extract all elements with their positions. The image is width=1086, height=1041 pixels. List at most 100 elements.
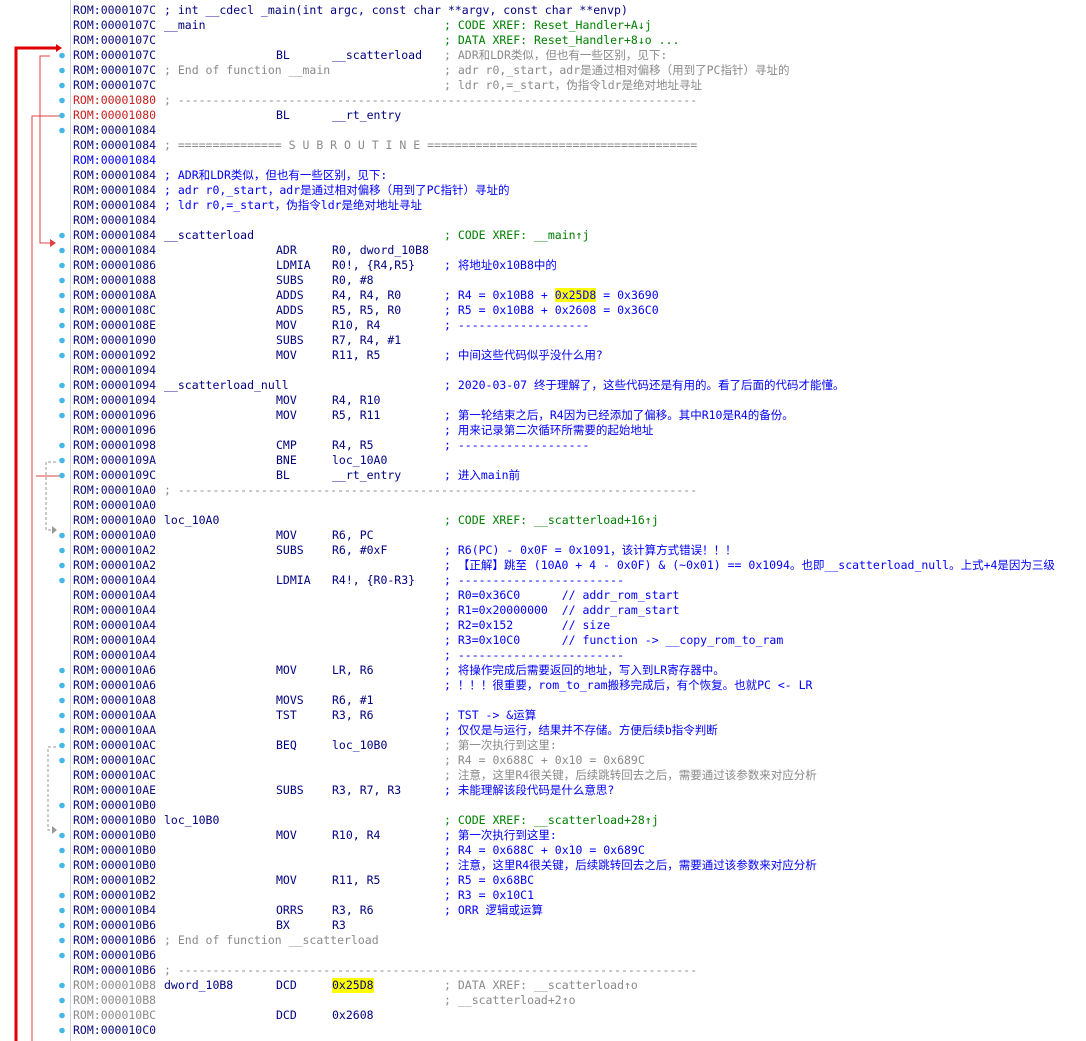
listing-line[interactable]: ROM:0000107C __main ; CODE XREF: Reset_Han… bbox=[73, 18, 1086, 33]
listing-line[interactable]: ROM:00001084 bbox=[73, 123, 1086, 138]
listing-line[interactable]: ROM:0000107C ; End of function __main ; ad… bbox=[73, 63, 1086, 78]
line-marker-dot[interactable] bbox=[59, 337, 65, 344]
line-marker-dot[interactable] bbox=[59, 1012, 65, 1019]
line-marker-dot[interactable] bbox=[59, 247, 65, 254]
listing-line[interactable]: ROM:000010B0 ; 注意，这里R4很关键，后续跳转回去之后，需要通过该参… bbox=[73, 858, 1086, 873]
line-marker-dot[interactable] bbox=[59, 547, 65, 554]
listing-line[interactable]: ROM:0000107C ; ldr r0,=_start，伪指令ldr是绝对地址… bbox=[73, 78, 1086, 93]
listing-line[interactable]: ROM:0000108C ADDS R5, R5, R0 ; R5 = 0x10B8 … bbox=[73, 303, 1086, 318]
listing-line[interactable]: ROM:000010AA ; 仅仅是与运行，结果并不存储。方便后续b指令判断 bbox=[73, 723, 1086, 738]
disassembly-listing[interactable]: ROM:0000107C ; int __cdecl _main(int argc… bbox=[73, 3, 1086, 1038]
listing-line[interactable]: ROM:000010B0 ; R4 = 0x688C + 0x10 = 0x689… bbox=[73, 843, 1086, 858]
listing-line[interactable]: ROM:00001080 BL __rt_entry bbox=[73, 108, 1086, 123]
line-marker-dot[interactable] bbox=[59, 847, 65, 854]
listing-line[interactable]: ROM:000010A2 ; 【正解】跳至 (10A0 + 4 - 0x0F) &… bbox=[73, 558, 1086, 573]
listing-line[interactable]: ROM:00001094 __scatterload_null ; 2020-03-… bbox=[73, 378, 1086, 393]
line-marker-dot[interactable] bbox=[59, 82, 65, 89]
line-marker-dot[interactable] bbox=[59, 292, 65, 299]
listing-line[interactable]: ROM:000010B8 ; __scatterload+2↑o bbox=[73, 993, 1086, 1008]
listing-line[interactable]: ROM:000010B4 ORRS R3, R6 ; ORR 逻辑或运算 bbox=[73, 903, 1086, 918]
listing-line[interactable]: ROM:00001084 ; ldr r0,=_start，伪指令ldr是绝对地址… bbox=[73, 198, 1086, 213]
listing-line[interactable]: ROM:00001094 bbox=[73, 363, 1086, 378]
listing-line[interactable]: ROM:000010C0 bbox=[73, 1023, 1086, 1038]
line-marker-dot[interactable] bbox=[59, 352, 65, 359]
listing-line[interactable]: ROM:00001092 MOV R11, R5 ; 中间这些代码似乎没什么用? bbox=[73, 348, 1086, 363]
line-marker-dot[interactable] bbox=[59, 742, 65, 749]
listing-line[interactable]: ROM:000010AA TST R3, R6 ; TST -> &运算 bbox=[73, 708, 1086, 723]
line-marker-dot[interactable] bbox=[59, 457, 65, 464]
listing-line[interactable]: ROM:000010A4 ; ------------------------ bbox=[73, 648, 1086, 663]
line-marker-dot[interactable] bbox=[59, 862, 65, 869]
line-marker-dot[interactable] bbox=[59, 322, 65, 329]
listing-line[interactable]: ROM:000010B2 MOV R11, R5 ; R5 = 0x68BC bbox=[73, 873, 1086, 888]
line-marker-dot[interactable] bbox=[59, 697, 65, 704]
line-marker-dot[interactable] bbox=[59, 922, 65, 929]
line-marker-dot[interactable] bbox=[59, 982, 65, 989]
line-marker-dot[interactable] bbox=[59, 52, 65, 59]
line-marker-dot[interactable] bbox=[59, 112, 65, 119]
line-marker-dot[interactable] bbox=[59, 952, 65, 959]
listing-line[interactable]: ROM:000010B2 ; R3 = 0x10C1 bbox=[73, 888, 1086, 903]
listing-line[interactable]: ROM:000010B6 ; --------------------------… bbox=[73, 963, 1086, 978]
listing-line[interactable]: ROM:000010AC BEQ loc_10B0 ; 第一次执行到这里: bbox=[73, 738, 1086, 753]
listing-line[interactable]: ROM:000010B8 dword_10B8 DCD 0x25D8 ; DATA XR… bbox=[73, 978, 1086, 993]
listing-line[interactable]: ROM:000010B6 ; End of function __scatterl… bbox=[73, 933, 1086, 948]
line-marker-dot[interactable] bbox=[59, 1027, 65, 1034]
listing-line[interactable]: ROM:00001096 ; 用来记录第二次循环所需要的起始地址 bbox=[73, 423, 1086, 438]
line-marker-dot[interactable] bbox=[59, 562, 65, 569]
listing-line[interactable]: ROM:000010A4 ; R0=0x36C0 // addr_rom_star… bbox=[73, 588, 1086, 603]
listing-line[interactable]: ROM:000010A2 SUBS R6, #0xF ; R6(PC) - 0x0F … bbox=[73, 543, 1086, 558]
listing-line[interactable]: ROM:000010A8 MOVS R6, #1 bbox=[73, 693, 1086, 708]
line-marker-dot[interactable] bbox=[59, 262, 65, 269]
listing-line[interactable]: ROM:000010A6 ; ！！！很重要，rom_to_ram搬移完成后，有个恢… bbox=[73, 678, 1086, 693]
listing-line[interactable]: ROM:000010A4 ; R2=0x152 // size bbox=[73, 618, 1086, 633]
listing-line[interactable]: ROM:0000109C BL __rt_entry ; 进入main前 bbox=[73, 468, 1086, 483]
listing-line[interactable]: ROM:000010B6 bbox=[73, 948, 1086, 963]
listing-line[interactable]: ROM:000010BC DCD 0x2608 bbox=[73, 1008, 1086, 1023]
listing-line[interactable]: ROM:00001080 ; --------------------------… bbox=[73, 93, 1086, 108]
listing-line[interactable]: ROM:0000107C ; int __cdecl _main(int argc… bbox=[73, 3, 1086, 18]
listing-line[interactable]: ROM:00001094 MOV R4, R10 bbox=[73, 393, 1086, 408]
listing-line[interactable]: ROM:000010A0 ; --------------------------… bbox=[73, 483, 1086, 498]
listing-line[interactable]: ROM:000010B0 MOV R10, R4 ; 第一次执行到这里: bbox=[73, 828, 1086, 843]
listing-line[interactable]: ROM:00001096 MOV R5, R11 ; 第一轮结束之后，R4因为已经添加… bbox=[73, 408, 1086, 423]
listing-line[interactable]: ROM:0000109A BNE loc_10A0 bbox=[73, 453, 1086, 468]
line-marker-dot[interactable] bbox=[59, 382, 65, 389]
line-marker-dot[interactable] bbox=[59, 832, 65, 839]
listing-line[interactable]: ROM:000010A4 LDMIA R4!, {R0-R3} ; ---------… bbox=[73, 573, 1086, 588]
line-marker-dot[interactable] bbox=[59, 802, 65, 809]
listing-line[interactable]: ROM:000010A4 ; R3=0x10C0 // function -> _… bbox=[73, 633, 1086, 648]
line-marker-dot[interactable] bbox=[59, 277, 65, 284]
listing-line[interactable]: ROM:000010B0 loc_10B0 ; CODE XREF: __scatt… bbox=[73, 813, 1086, 828]
line-marker-dot[interactable] bbox=[59, 532, 65, 539]
listing-line[interactable]: ROM:000010A6 MOV LR, R6 ; 将操作完成后需要返回的地址，写入到… bbox=[73, 663, 1086, 678]
line-marker-dot[interactable] bbox=[59, 472, 65, 479]
line-marker-dot[interactable] bbox=[59, 682, 65, 689]
line-marker-dot[interactable] bbox=[59, 232, 65, 239]
listing-line[interactable]: ROM:00001084 ADR R0, dword_10B8 bbox=[73, 243, 1086, 258]
listing-line[interactable]: ROM:00001084 bbox=[73, 213, 1086, 228]
listing-line[interactable]: ROM:000010B0 bbox=[73, 798, 1086, 813]
listing-line[interactable]: ROM:000010A4 ; R1=0x20000000 // addr_ram_… bbox=[73, 603, 1086, 618]
line-marker-dot[interactable] bbox=[59, 412, 65, 419]
line-marker-dot[interactable] bbox=[59, 397, 65, 404]
listing-line[interactable]: ROM:00001084 bbox=[73, 153, 1086, 168]
line-marker-dot[interactable] bbox=[59, 892, 65, 899]
listing-line[interactable]: ROM:000010A0 MOV R6, PC bbox=[73, 528, 1086, 543]
listing-line[interactable]: ROM:0000108E MOV R10, R4 ; ----------------… bbox=[73, 318, 1086, 333]
line-marker-dot[interactable] bbox=[59, 307, 65, 314]
listing-line[interactable]: ROM:00001084 ; =============== S U B R O … bbox=[73, 138, 1086, 153]
listing-line[interactable]: ROM:0000107C ; DATA XREF: Reset_Handler+8… bbox=[73, 33, 1086, 48]
listing-line[interactable]: ROM:00001084 ; ADR和LDR类似，但也有一些区别，见下: bbox=[73, 168, 1086, 183]
listing-line[interactable]: ROM:000010A0 loc_10A0 ; CODE XREF: __scatt… bbox=[73, 513, 1086, 528]
line-marker-dot[interactable] bbox=[59, 757, 65, 764]
listing-line[interactable]: ROM:00001090 SUBS R7, R4, #1 bbox=[73, 333, 1086, 348]
line-marker-dot[interactable] bbox=[59, 712, 65, 719]
line-marker-dot[interactable] bbox=[59, 667, 65, 674]
listing-line[interactable]: ROM:00001098 CMP R4, R5 ; -----------------… bbox=[73, 438, 1086, 453]
line-marker-dot[interactable] bbox=[59, 442, 65, 449]
listing-line[interactable]: ROM:000010AC ; 注意，这里R4很关键，后续跳转回去之后，需要通过该参… bbox=[73, 768, 1086, 783]
line-marker-dot[interactable] bbox=[59, 727, 65, 734]
listing-line[interactable]: ROM:0000107C BL __scatterload ; ADR和LDR类似，但… bbox=[73, 48, 1086, 63]
line-marker-dot[interactable] bbox=[59, 67, 65, 74]
